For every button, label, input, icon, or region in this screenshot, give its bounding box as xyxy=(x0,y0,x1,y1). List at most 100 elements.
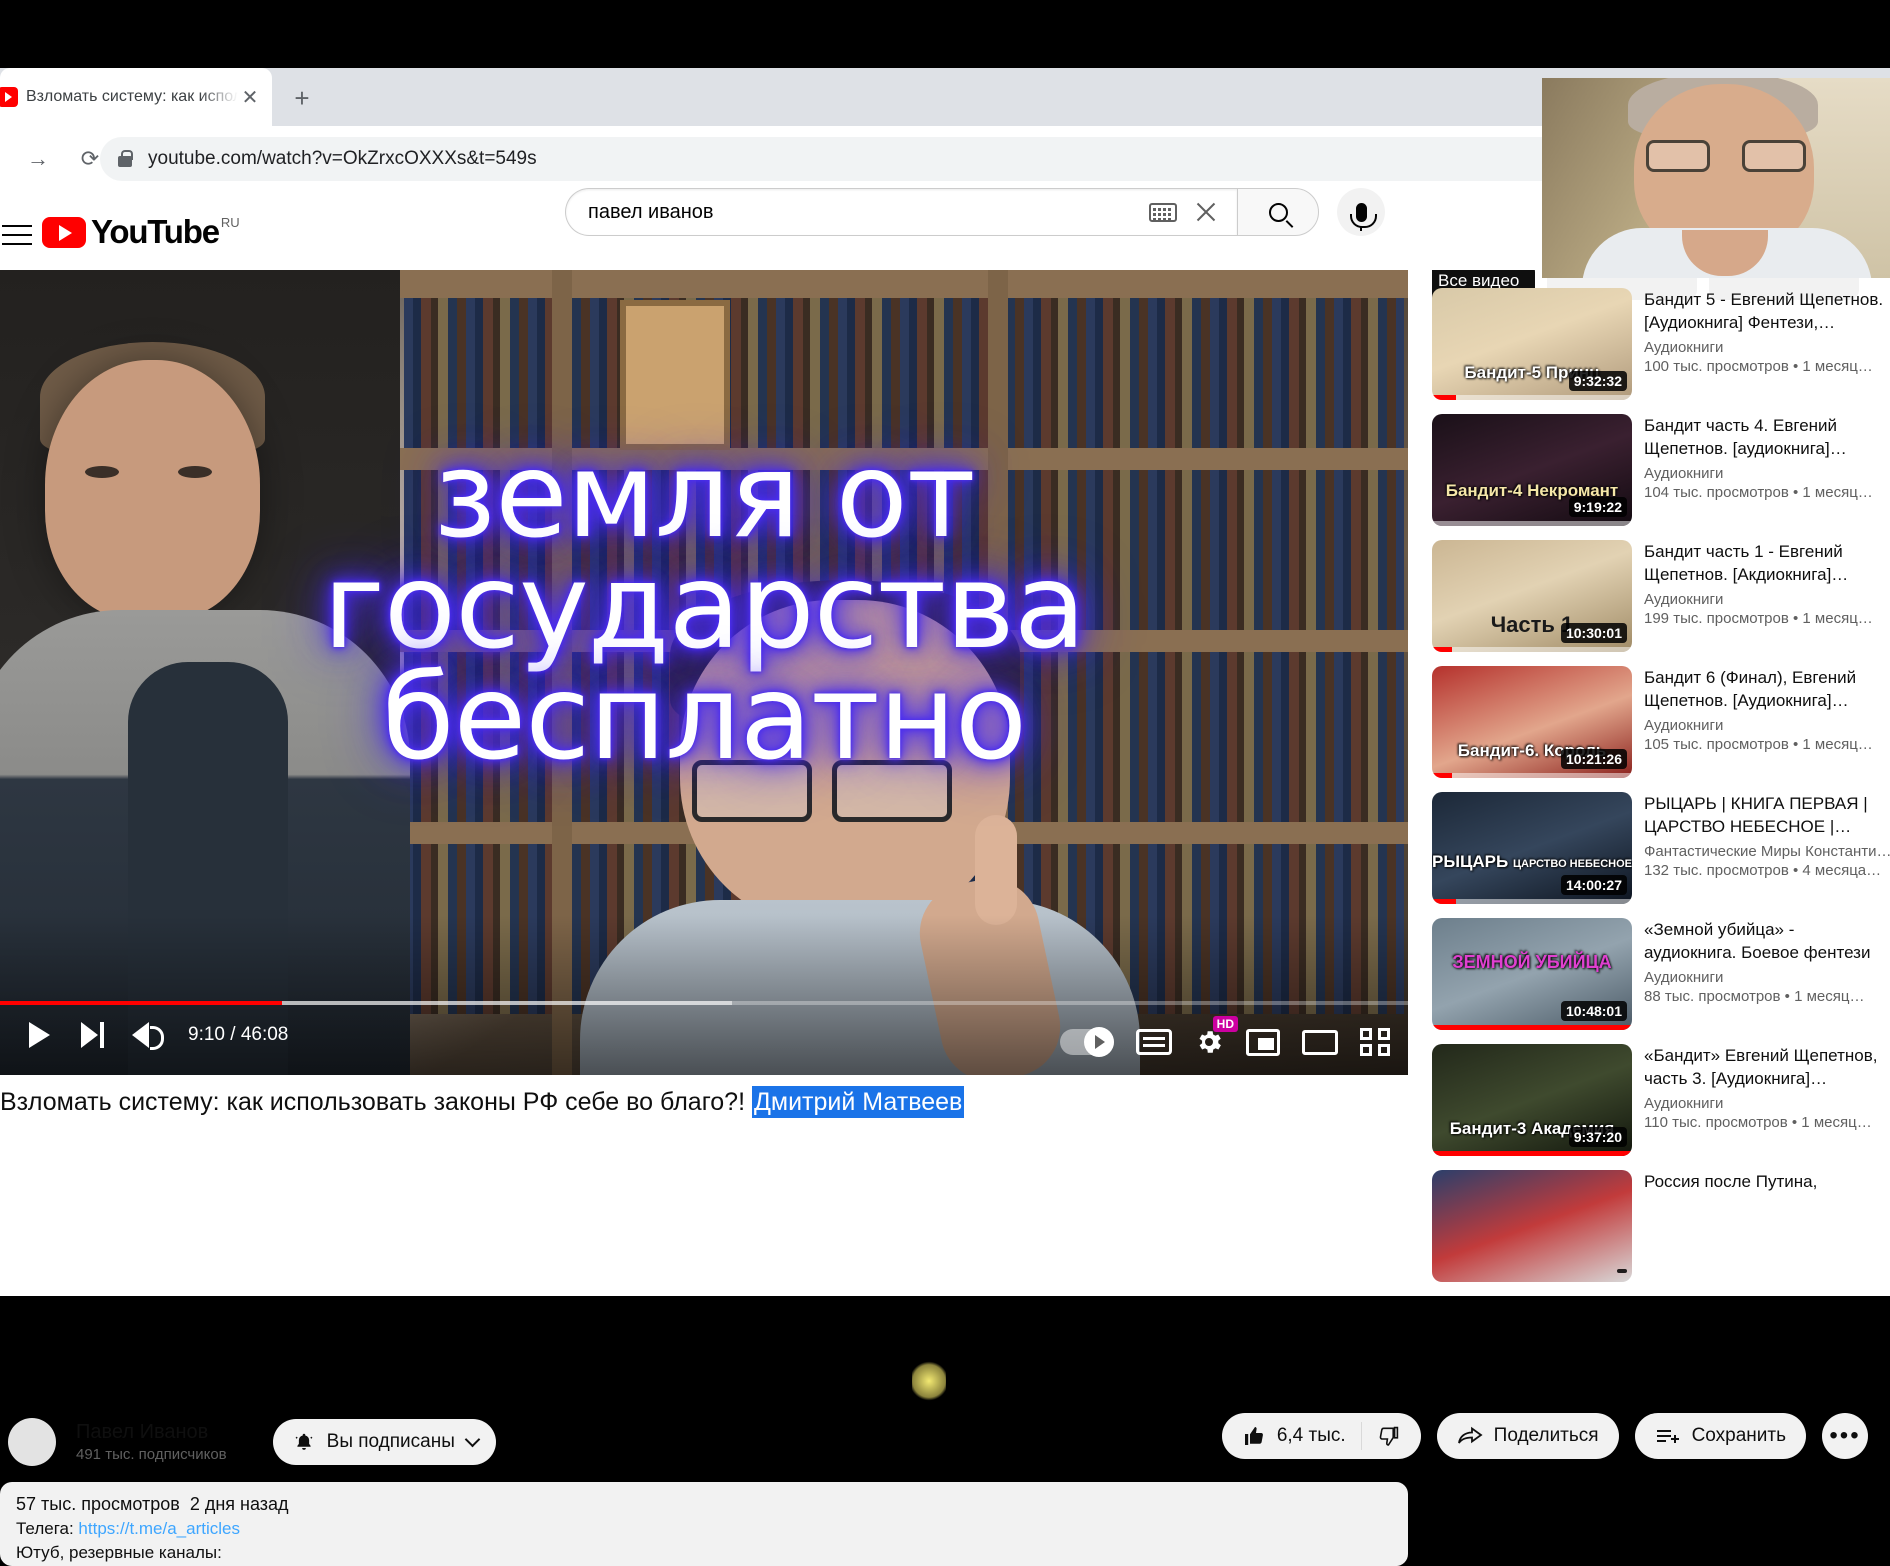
list-item[interactable]: РЫЦАРЬ ЦАРСТВО НЕБЕСНОЕ 14:00:27 РЫЦАРЬ … xyxy=(1432,792,1890,902)
title-line-1: «Земной убийца» - xyxy=(1644,918,1890,941)
list-item[interactable]: Бандит-4 Некромант 9:19:22 Бандит часть … xyxy=(1432,414,1890,524)
player-controls-right: HD xyxy=(1060,1027,1390,1057)
search-input[interactable]: павел иванов xyxy=(565,188,1237,236)
video-channel[interactable]: Аудиокниги xyxy=(1644,717,1890,734)
video-thumbnail[interactable]: ЗЕМНОЙ УБИЙЦА 10:48:01 xyxy=(1432,918,1632,1030)
video-channel[interactable]: Фантастические Миры Константи… xyxy=(1644,843,1890,860)
channel-name[interactable]: Павел Иванов xyxy=(76,1419,227,1445)
next-video-button[interactable] xyxy=(66,1013,120,1057)
title-line-2: Щепетнов. [Акдиокнига]… xyxy=(1644,563,1890,586)
video-meta: «Бандит» Евгений Щепетнов, часть 3. [Ауд… xyxy=(1644,1044,1890,1154)
list-item[interactable]: ЗЕМНОЙ УБИЙЦА 10:48:01 «Земной убийца» -… xyxy=(1432,918,1890,1028)
youtube-logo[interactable]: YouTube RU xyxy=(42,214,240,250)
webcam-person-glasses xyxy=(1646,140,1806,174)
new-tab-icon[interactable]: + xyxy=(286,82,318,114)
picture-frame xyxy=(620,300,730,450)
video-title-link[interactable]: Бандит часть 4. Евгений Щепетнов. [аудио… xyxy=(1644,414,1890,460)
video-thumbnail[interactable]: Бандит-4 Некромант 9:19:22 xyxy=(1432,414,1632,526)
video-title-selected-text: Дмитрий Матвеев xyxy=(752,1086,964,1118)
volume-icon xyxy=(132,1022,162,1048)
fullscreen-icon[interactable] xyxy=(1360,1028,1390,1056)
channel-avatar[interactable] xyxy=(8,1418,56,1466)
video-title-link[interactable]: Бандит 6 (Финал), Евгений Щепетнов. [Ауд… xyxy=(1644,666,1890,712)
search-button[interactable] xyxy=(1237,188,1319,236)
title-line-2: аудиокнига. Боевое фентези xyxy=(1644,941,1890,964)
theater-mode-icon[interactable] xyxy=(1302,1030,1338,1055)
search-area: павел иванов xyxy=(565,188,1385,236)
video-description-box[interactable]: 57 тыс. просмотров 2 дня назад Телега: h… xyxy=(0,1482,1408,1566)
video-stats: 88 тыс. просмотров • 1 месяц… xyxy=(1644,988,1890,1005)
channel-meta: Павел Иванов 491 тыс. подписчиков xyxy=(76,1419,227,1465)
subtitles-icon[interactable] xyxy=(1136,1029,1172,1055)
thumbs-up-icon[interactable] xyxy=(1242,1424,1266,1448)
video-channel[interactable]: Аудиокниги xyxy=(1644,591,1890,608)
title-line-1: Бандит часть 4. Евгений xyxy=(1644,414,1890,437)
list-item[interactable]: Бандит-3 Академия 9:37:20 «Бандит» Евген… xyxy=(1432,1044,1890,1154)
forward-icon[interactable]: → xyxy=(16,137,60,181)
thumbnail-caption: ЗЕМНОЙ УБИЙЦА xyxy=(1432,953,1632,972)
list-item[interactable]: Россия после Путина, xyxy=(1432,1170,1890,1280)
video-channel[interactable]: Аудиокниги xyxy=(1644,1095,1890,1112)
glasses-lens-right xyxy=(1742,140,1806,172)
volume-button[interactable] xyxy=(120,1013,174,1057)
video-stats: 100 тыс. просмотров • 1 месяц… xyxy=(1644,358,1890,375)
play-button[interactable] xyxy=(12,1013,66,1057)
save-button-label: Сохранить xyxy=(1692,1425,1786,1447)
save-button[interactable]: Сохранить xyxy=(1635,1413,1806,1459)
video-title-link[interactable]: «Земной убийца» - аудиокнига. Боевое фен… xyxy=(1644,918,1890,964)
watch-progress-bar xyxy=(1432,1151,1632,1156)
webcam-overlay[interactable] xyxy=(1542,78,1890,278)
subscribe-button[interactable]: Вы подписаны xyxy=(273,1419,496,1465)
video-duration: 9:19:22 xyxy=(1569,497,1627,517)
more-actions-button[interactable]: ••• xyxy=(1822,1413,1868,1459)
video-meta: РЫЦАРЬ | КНИГА ПЕРВАЯ | ЦАРСТВО НЕБЕСНОЕ… xyxy=(1644,792,1890,902)
voice-search-button[interactable] xyxy=(1337,188,1385,236)
lock-icon xyxy=(118,156,132,167)
video-channel[interactable]: Аудиокниги xyxy=(1644,339,1890,356)
autoplay-toggle[interactable] xyxy=(1060,1029,1114,1055)
browser-tab[interactable]: Взломать систему: как использо ✕ xyxy=(0,68,272,126)
hamburger-menu-icon[interactable] xyxy=(0,218,34,244)
video-title-link[interactable]: РЫЦАРЬ | КНИГА ПЕРВАЯ | ЦАРСТВО НЕБЕСНОЕ… xyxy=(1644,792,1890,838)
video-title-link[interactable]: «Бандит» Евгений Щепетнов, часть 3. [Ауд… xyxy=(1644,1044,1890,1090)
video-player[interactable]: земля от государства бесплатно 9:10 / 46… xyxy=(0,270,1408,1075)
video-stats: 104 тыс. просмотров • 1 месяц… xyxy=(1644,484,1890,501)
telegram-link[interactable]: https://t.me/a_articles xyxy=(78,1519,240,1538)
video-title-link[interactable]: Бандит 5 - Евгений Щепетнов. [Аудиокнига… xyxy=(1644,288,1890,334)
thumbs-down-icon[interactable] xyxy=(1377,1424,1401,1448)
miniplayer-icon[interactable] xyxy=(1246,1029,1280,1056)
video-progress-bar[interactable] xyxy=(0,1001,1408,1005)
list-item[interactable]: Бандит-5 Принц 9:32:32 Бандит 5 - Евгени… xyxy=(1432,288,1890,398)
video-duration: 10:30:01 xyxy=(1561,623,1627,643)
like-dislike-group: 6,4 тыс. xyxy=(1222,1413,1421,1459)
list-item[interactable]: Часть 1 10:30:01 Бандит часть 1 - Евгени… xyxy=(1432,540,1890,650)
video-thumbnail[interactable]: Бандит-5 Принц 9:32:32 xyxy=(1432,288,1632,400)
watch-progress-bar xyxy=(1432,395,1632,400)
list-item[interactable]: Бандит-6. Король 10:21:26 Бандит 6 (Фина… xyxy=(1432,666,1890,776)
title-line-1: РЫЦАРЬ | КНИГА ПЕРВАЯ | xyxy=(1644,792,1890,815)
video-thumbnail[interactable]: РЫЦАРЬ ЦАРСТВО НЕБЕСНОЕ 14:00:27 xyxy=(1432,792,1632,904)
video-meta: Бандит часть 1 - Евгений Щепетнов. [Акди… xyxy=(1644,540,1890,650)
subscribe-button-label: Вы подписаны xyxy=(327,1431,455,1453)
left-speaker-head xyxy=(45,360,260,620)
video-meta: «Земной убийца» - аудиокнига. Боевое фен… xyxy=(1644,918,1890,1028)
next-icon xyxy=(81,1022,105,1048)
close-icon[interactable]: ✕ xyxy=(238,85,262,109)
video-meta: Бандит 6 (Финал), Евгений Щепетнов. [Ауд… xyxy=(1644,666,1890,776)
video-title-link[interactable]: Бандит часть 1 - Евгений Щепетнов. [Акди… xyxy=(1644,540,1890,586)
share-button[interactable]: Поделиться xyxy=(1437,1413,1619,1459)
video-channel[interactable]: Аудиокниги xyxy=(1644,465,1890,482)
video-channel[interactable]: Аудиокниги xyxy=(1644,969,1890,986)
video-thumbnail[interactable] xyxy=(1432,1170,1632,1282)
browser-tab-title: Взломать систему: как использо xyxy=(26,88,238,106)
clear-search-icon[interactable] xyxy=(1191,197,1221,227)
video-title-link[interactable]: Россия после Путина, xyxy=(1644,1170,1890,1193)
video-thumbnail[interactable]: Бандит-3 Академия 9:37:20 xyxy=(1432,1044,1632,1156)
video-thumbnail[interactable]: Бандит-6. Король 10:21:26 xyxy=(1432,666,1632,778)
watch-progress-bar xyxy=(1432,1025,1632,1030)
time-display: 9:10 / 46:08 xyxy=(188,1024,288,1046)
keyboard-icon[interactable] xyxy=(1149,203,1177,222)
settings-button[interactable]: HD xyxy=(1194,1027,1224,1057)
video-thumbnail[interactable]: Часть 1 10:30:01 xyxy=(1432,540,1632,652)
thumbnail-caption: РЫЦАРЬ ЦАРСТВО НЕБЕСНОЕ xyxy=(1432,852,1632,874)
